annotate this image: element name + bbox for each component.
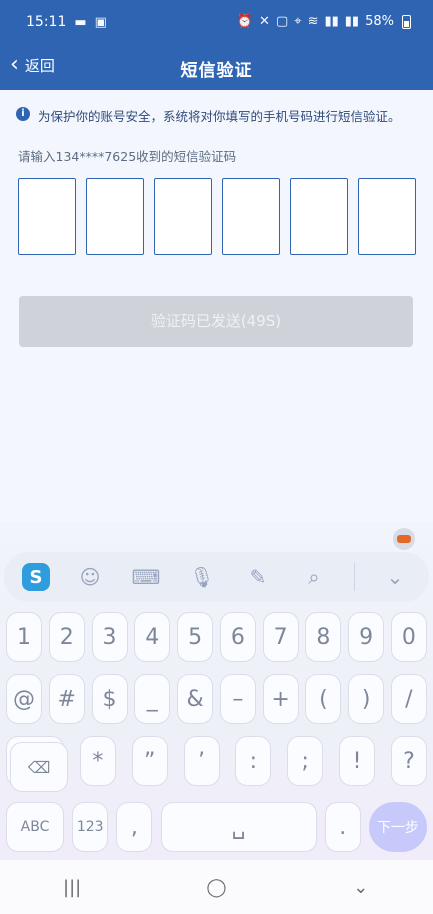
security-notice-text: 为保护你的账号安全，系统将对你填写的手机号码进行短信验证。 xyxy=(38,109,401,124)
alarm-icon: ⏰ xyxy=(236,14,254,29)
key-dash[interactable]: – xyxy=(219,674,256,724)
key-2[interactable]: 2 xyxy=(48,612,85,662)
next-key[interactable]: 下一步 xyxy=(368,802,427,852)
backspace-key[interactable]: ⌫ xyxy=(10,742,68,792)
back-nav-icon[interactable]: ⌄ xyxy=(341,877,381,898)
key-6[interactable]: 6 xyxy=(219,612,256,662)
toolbar-divider xyxy=(354,563,355,591)
image-icon: ▣ xyxy=(94,14,107,30)
key-colon[interactable]: : xyxy=(235,736,272,786)
mute-icon: ✕ xyxy=(259,14,270,29)
collapse-icon[interactable]: ⌄ xyxy=(379,561,411,593)
key-semicolon[interactable]: ; xyxy=(287,736,324,786)
page-title: 短信验证 xyxy=(180,61,253,81)
message-icon: ▬ xyxy=(74,14,87,30)
home-icon[interactable]: ◯ xyxy=(196,877,236,898)
key-at[interactable]: @ xyxy=(6,674,42,724)
battery-level: 58% xyxy=(365,14,394,29)
status-bar: 15:11 ▬ ▣ ⏰ ✕ ▢ ⌖ ≋ ▮▮ ▮▮ 58% xyxy=(0,0,433,46)
nav-header: ‹ 返回 短信验证 xyxy=(0,46,433,90)
key-paren-close[interactable]: ) xyxy=(348,674,385,724)
system-nav-bar: ||| ◯ ⌄ xyxy=(0,860,433,914)
keyboard-row-punct: 更多 * ” ’ : ; ! ? ⌫ xyxy=(0,736,433,792)
status-time: 15:11 xyxy=(26,14,67,30)
app-header-bar: 15:11 ▬ ▣ ⏰ ✕ ▢ ⌖ ≋ ▮▮ ▮▮ 58% ‹ 返回 短信验证 xyxy=(0,0,433,90)
key-asterisk[interactable]: * xyxy=(79,736,116,786)
key-hash[interactable]: # xyxy=(48,674,85,724)
code-digit-box[interactable] xyxy=(86,178,144,255)
keyboard-mascot-icon[interactable] xyxy=(393,528,415,550)
keyboard-row-symbols: @ # $ _ & – + ( ) / xyxy=(0,674,433,724)
key-8[interactable]: 8 xyxy=(305,612,342,662)
battery-icon xyxy=(402,14,411,29)
info-icon: i xyxy=(16,107,30,121)
sogou-logo-icon[interactable]: S xyxy=(22,563,50,591)
code-digit-box[interactable] xyxy=(358,178,416,255)
keyboard-row-numbers: 1 2 3 4 5 6 7 8 9 0 xyxy=(0,612,433,662)
key-9[interactable]: 9 xyxy=(348,612,385,662)
comma-key[interactable]: , xyxy=(116,802,153,852)
recent-apps-icon[interactable]: ||| xyxy=(52,877,92,898)
key-7[interactable]: 7 xyxy=(262,612,299,662)
code-digit-box[interactable] xyxy=(222,178,280,255)
soft-keyboard: S ☺ ⌨ 🎙 ✎ ⌕ ⌄ 1 2 3 4 5 6 7 8 9 0 @ # $ … xyxy=(0,522,433,860)
key-double-quote[interactable]: ” xyxy=(131,736,168,786)
mic-icon[interactable]: 🎙 xyxy=(186,561,218,593)
key-single-quote[interactable]: ’ xyxy=(183,736,220,786)
resend-code-button[interactable]: 验证码已发送(49S) xyxy=(19,296,413,347)
code-hint: 请输入134****7625收到的短信验证码 xyxy=(18,149,237,164)
key-plus[interactable]: + xyxy=(262,674,299,724)
code-digit-box[interactable] xyxy=(290,178,348,255)
key-3[interactable]: 3 xyxy=(91,612,128,662)
code-digit-box[interactable] xyxy=(18,178,76,255)
handwrite-icon[interactable]: ✎ xyxy=(242,561,274,593)
abc-key[interactable]: ABC xyxy=(6,802,64,852)
key-question[interactable]: ? xyxy=(390,736,427,786)
key-dollar[interactable]: $ xyxy=(91,674,128,724)
backspace-icon: ⌫ xyxy=(27,757,51,777)
key-paren-open[interactable]: ( xyxy=(305,674,342,724)
keyboard-icon[interactable]: ⌨ xyxy=(130,561,162,593)
key-5[interactable]: 5 xyxy=(177,612,214,662)
space-icon: ␣ xyxy=(231,814,246,840)
key-ampersand[interactable]: & xyxy=(177,674,214,724)
sms-code-input[interactable] xyxy=(18,178,416,255)
key-exclamation[interactable]: ! xyxy=(339,736,376,786)
key-slash[interactable]: / xyxy=(390,674,427,724)
signal-icon: ▮▮ xyxy=(324,14,339,29)
status-left: 15:11 ▬ ▣ xyxy=(26,14,107,30)
emoji-icon[interactable]: ☺ xyxy=(74,561,106,593)
verification-content: i 为保护你的账号安全，系统将对你填写的手机号码进行短信验证。 请输入134**… xyxy=(0,90,433,522)
key-4[interactable]: 4 xyxy=(134,612,171,662)
location-icon: ⌖ xyxy=(294,14,302,29)
signal-icon: ▮▮ xyxy=(344,14,360,29)
key-1[interactable]: 1 xyxy=(6,612,42,662)
security-notice: i 为保护你的账号安全，系统将对你填写的手机号码进行短信验证。 xyxy=(16,106,419,125)
num-key[interactable]: 123 xyxy=(72,802,109,852)
period-key[interactable]: . xyxy=(324,802,361,852)
status-right: ⏰ ✕ ▢ ⌖ ≋ ▮▮ ▮▮ 58% xyxy=(237,14,411,29)
search-icon[interactable]: ⌕ xyxy=(298,561,330,593)
wifi-icon: ≋ xyxy=(307,14,319,29)
key-underscore[interactable]: _ xyxy=(134,674,171,724)
code-digit-box[interactable] xyxy=(154,178,212,255)
key-0[interactable]: 0 xyxy=(390,612,427,662)
lock-icon: ▢ xyxy=(275,14,289,29)
keyboard-toolbar: S ☺ ⌨ 🎙 ✎ ⌕ ⌄ xyxy=(4,552,429,602)
keyboard-row-bottom: ABC 123 , ␣ . 下一步 xyxy=(0,802,433,852)
space-key[interactable]: ␣ xyxy=(160,802,317,852)
